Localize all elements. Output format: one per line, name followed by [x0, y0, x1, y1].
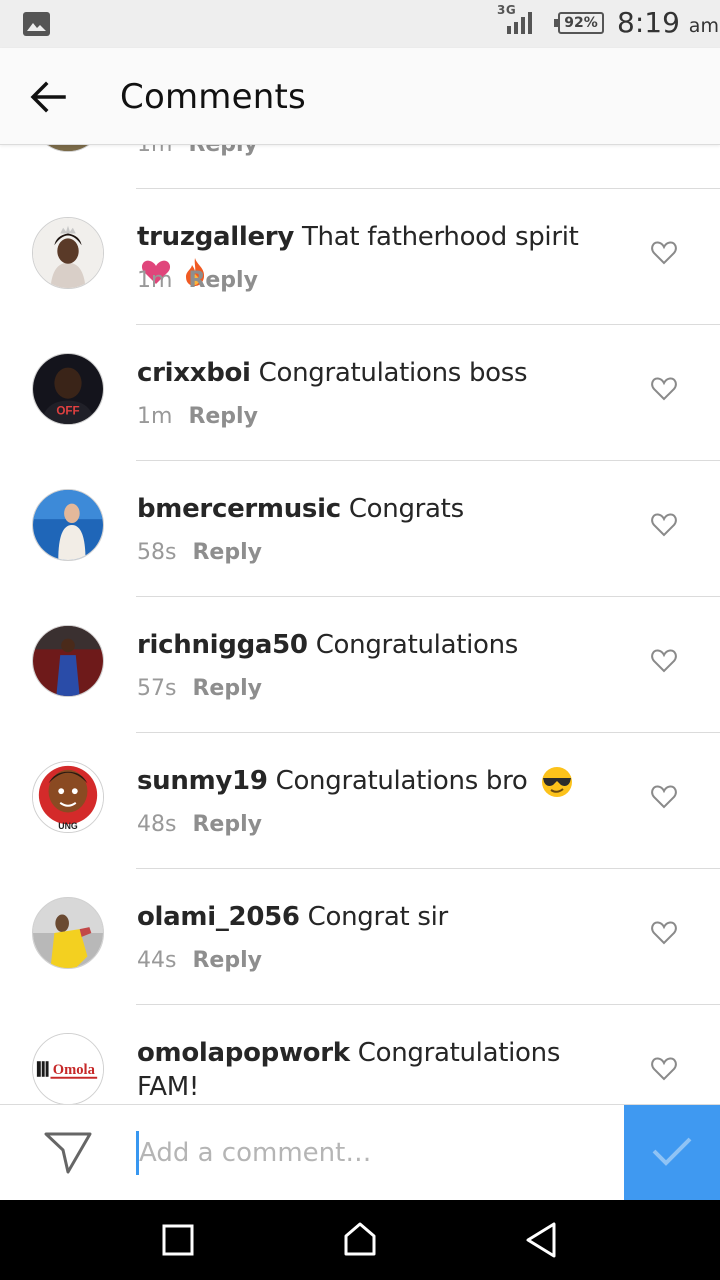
avatar[interactable]	[32, 489, 104, 561]
comment-username[interactable]: sunmy19	[137, 766, 268, 796]
system-nav-bar	[0, 1200, 720, 1280]
like-heart-icon[interactable]	[651, 785, 677, 809]
comment-composer	[0, 1104, 720, 1201]
comment-meta: 57s Reply	[137, 676, 262, 701]
comment-username[interactable]: crixxboi	[137, 358, 251, 388]
back-nav-icon[interactable]	[522, 1220, 562, 1260]
comment-username[interactable]: bmercermusic	[137, 494, 341, 524]
status-clock: 8:19 am	[617, 6, 719, 39]
comment-time: 44s	[137, 948, 177, 973]
comment-meta: 58s Reply	[137, 540, 262, 565]
avatar-badge-text: UNG	[58, 821, 78, 831]
clock-time: 8:19	[617, 6, 680, 39]
comment-time: 48s	[137, 812, 177, 837]
divider	[136, 324, 720, 325]
divider	[136, 1004, 720, 1005]
avatar[interactable]	[32, 897, 104, 969]
comment-username[interactable]: truzgallery	[137, 222, 294, 252]
clock-ampm: am	[688, 15, 719, 37]
avatar[interactable]: UNG	[32, 761, 104, 833]
like-heart-icon[interactable]	[651, 513, 677, 537]
comment-row: truzgallery That fatherhood spirit 1m Rep…	[0, 188, 720, 324]
comment-body: Congrat sir	[307, 902, 449, 932]
comment-row: bmercermusic Congrats 58s Reply	[0, 460, 720, 596]
arrow-left-icon[interactable]	[28, 78, 68, 116]
avatar[interactable]	[32, 217, 104, 289]
comment-text: sunmy19 Congratulations bro	[137, 764, 617, 798]
status-bar: 3G 92% 8:19 am	[0, 0, 720, 48]
paper-plane-icon[interactable]	[44, 1131, 92, 1175]
comment-row: richnigga50 Congratulations 57s Reply	[0, 596, 720, 732]
avatar[interactable]	[32, 625, 104, 697]
image-icon	[23, 12, 50, 36]
comment-row: olami_2056 Congrat sir 44s Reply	[0, 868, 720, 1004]
reply-button[interactable]: Reply	[192, 812, 262, 837]
reply-button[interactable]: Reply	[192, 540, 262, 565]
like-heart-icon[interactable]	[651, 377, 677, 401]
comment-username[interactable]: omolapopwork	[137, 1038, 350, 1068]
reply-button[interactable]: Reply	[188, 268, 258, 293]
comment-body: Congratulations bro	[275, 766, 528, 796]
comment-text: omolapopwork Congratulations FAM!	[137, 1036, 617, 1105]
comment-row: Omola omolapopwork Congratulations FAM!	[0, 1004, 720, 1105]
avatar-logo-text: Omola	[53, 1062, 96, 1078]
app-header: Comments	[0, 48, 720, 145]
avatar-shirt-text: OFF	[56, 404, 79, 417]
comments-list[interactable]: 1m Reply truzgallery That fatherhood spir…	[0, 48, 720, 1105]
comment-username[interactable]: olami_2056	[137, 902, 300, 932]
comment-text: olami_2056 Congrat sir	[137, 900, 617, 934]
comment-text: crixxboi Congratulations boss	[137, 356, 617, 390]
comment-username[interactable]: richnigga50	[137, 630, 308, 660]
avatar[interactable]: OFF	[32, 353, 104, 425]
avatar[interactable]: Omola	[32, 1033, 104, 1105]
like-heart-icon[interactable]	[651, 921, 677, 945]
comment-meta: 48s Reply	[137, 812, 262, 837]
like-heart-icon[interactable]	[651, 649, 677, 673]
comment-body: Congratulations boss	[258, 358, 528, 388]
comment-body: Congratulations	[315, 630, 519, 660]
divider	[136, 188, 720, 189]
page-title: Comments	[120, 77, 306, 117]
comment-time: 57s	[137, 676, 177, 701]
home-icon[interactable]	[340, 1220, 380, 1260]
comment-time: 1m	[137, 268, 173, 293]
comment-body: That fatherhood spirit	[301, 222, 579, 252]
comment-body: Congrats	[348, 494, 464, 524]
comment-time: 58s	[137, 540, 177, 565]
divider	[136, 868, 720, 869]
comment-row: UNG sunmy19 Congratulations bro 48s Reply	[0, 732, 720, 868]
divider	[136, 596, 720, 597]
signal-icon	[507, 12, 532, 34]
like-heart-icon[interactable]	[651, 241, 677, 265]
reply-button[interactable]: Reply	[192, 676, 262, 701]
comment-row: OFF crixxboi Congratulations boss 1m Repl…	[0, 324, 720, 460]
comment-text: richnigga50 Congratulations	[137, 628, 617, 662]
reply-button[interactable]: Reply	[192, 948, 262, 973]
recent-apps-icon[interactable]	[158, 1220, 198, 1260]
post-comment-button[interactable]	[624, 1105, 720, 1201]
reply-button[interactable]: Reply	[188, 404, 258, 429]
checkmark-icon	[652, 1137, 692, 1166]
like-heart-icon[interactable]	[651, 1057, 677, 1081]
battery-indicator: 92%	[554, 12, 604, 34]
comment-meta: 1m Reply	[137, 404, 258, 429]
comment-text: bmercermusic Congrats	[137, 492, 617, 526]
comment-meta: 44s Reply	[137, 948, 262, 973]
divider	[136, 732, 720, 733]
comment-input[interactable]	[136, 1131, 606, 1175]
comment-meta: 1m Reply	[137, 268, 258, 293]
comment-time: 1m	[137, 404, 173, 429]
sunglasses-face-emoji-icon	[541, 766, 572, 797]
divider	[136, 460, 720, 461]
